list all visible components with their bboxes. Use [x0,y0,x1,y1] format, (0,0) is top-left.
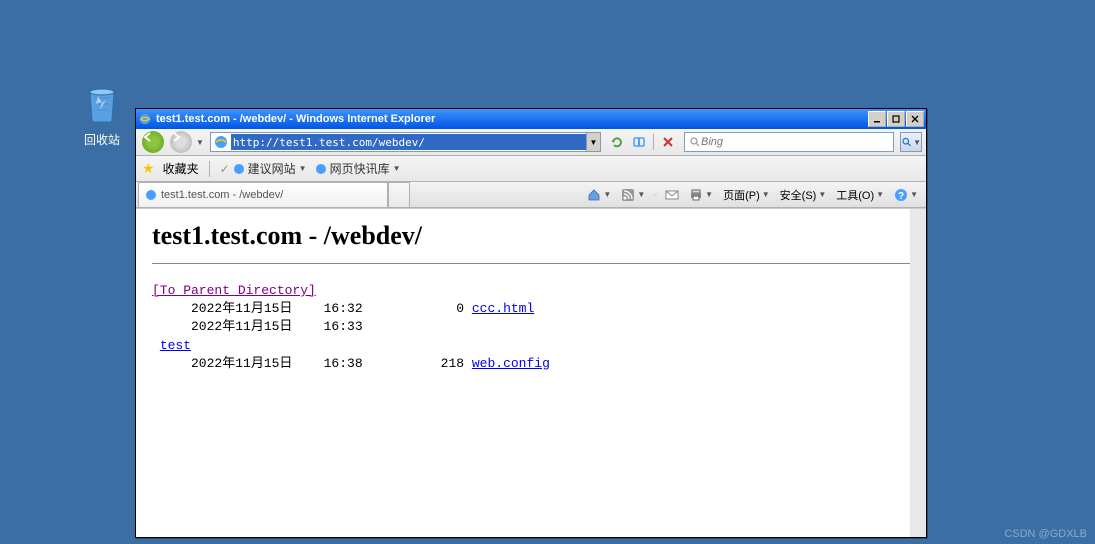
browser-tab[interactable]: test1.test.com - /webdev/ [138,182,388,207]
close-button[interactable] [906,111,924,127]
forward-arrow-icon [170,131,182,143]
tools-menu[interactable]: 工具(O) ▼ [834,185,886,205]
content-area: test1.test.com - /webdev/ [To Parent Dir… [136,208,926,537]
recycle-bin[interactable]: 回收站 [78,78,126,148]
nav-history-dropdown[interactable]: ▼ [196,138,204,147]
nav-bar: ▼ ▼ ▼ [136,129,926,156]
compat-view-button[interactable] [630,133,648,151]
favorites-label[interactable]: 收藏夹 [163,160,199,177]
mail-icon [665,188,679,202]
parent-directory-link[interactable]: [To Parent Directory] [152,283,316,298]
back-arrow-icon [142,131,154,143]
svg-text:?: ? [898,191,904,202]
tab-title: test1.test.com - /webdev/ [161,189,283,201]
rss-icon [621,188,635,202]
favorites-star-icon[interactable]: ★ [142,160,155,177]
recycle-bin-label: 回收站 [78,131,126,148]
file-link[interactable]: ccc.html [472,301,534,316]
home-icon [587,188,601,202]
ie-small-icon [233,163,245,175]
window-title: test1.test.com - /webdev/ - Windows Inte… [156,113,868,125]
search-provider-icon [689,136,701,148]
directory-listing: [To Parent Directory] 2022年11月15日 16:32 … [152,282,910,373]
favorites-bar: ★ 收藏夹 ✓ 建议网站 ▼ 网页快讯库 ▼ [136,156,926,182]
watermark: CSDN @GDXLB [1004,528,1087,540]
printer-icon [689,188,703,202]
stop-button[interactable] [659,133,677,151]
divider [152,263,910,264]
page-icon [213,134,229,150]
browser-window: test1.test.com - /webdev/ - Windows Inte… [135,108,927,538]
separator [653,134,654,150]
print-button[interactable]: ▼ [687,186,715,204]
recycle-bin-icon [78,78,126,126]
search-button[interactable]: ▼ [900,132,922,152]
maximize-button[interactable] [887,111,905,127]
safety-menu[interactable]: 安全(S) ▼ [778,185,829,205]
web-slices-link[interactable]: 网页快讯库 ▼ [315,160,401,177]
help-button[interactable]: ? ▼ [892,186,920,204]
forward-button[interactable] [168,131,194,153]
file-link[interactable]: test [160,338,191,353]
read-mail-button[interactable] [663,186,681,204]
search-input[interactable] [701,136,889,148]
refresh-button[interactable] [608,133,626,151]
tab-page-icon [145,189,157,201]
url-dropdown[interactable]: ▼ [586,133,600,151]
page-heading: test1.test.com - /webdev/ [152,221,910,251]
separator [209,161,210,177]
page-menu[interactable]: 页面(P) ▼ [721,185,772,205]
minimize-button[interactable] [868,111,886,127]
suggested-icon: ✓ [220,162,230,176]
suggested-sites-link[interactable]: ✓ 建议网站 ▼ [220,160,307,177]
home-button[interactable]: ▼ [585,186,613,204]
url-input[interactable] [231,134,586,150]
tab-bar: test1.test.com - /webdev/ ▼ ▼ ▫ ▼ 页面(P) [136,182,926,208]
vertical-scrollbar[interactable] [910,209,926,537]
ie-icon [138,112,152,126]
help-icon: ? [894,188,908,202]
back-button[interactable] [140,131,166,153]
file-link[interactable]: web.config [472,356,550,371]
new-tab-button[interactable] [388,182,410,207]
search-icon [901,135,912,149]
ie-small-icon [315,163,327,175]
address-bar[interactable]: ▼ [210,132,601,152]
search-bar[interactable] [684,132,894,152]
title-bar[interactable]: test1.test.com - /webdev/ - Windows Inte… [136,109,926,129]
feeds-button[interactable]: ▼ [619,186,647,204]
